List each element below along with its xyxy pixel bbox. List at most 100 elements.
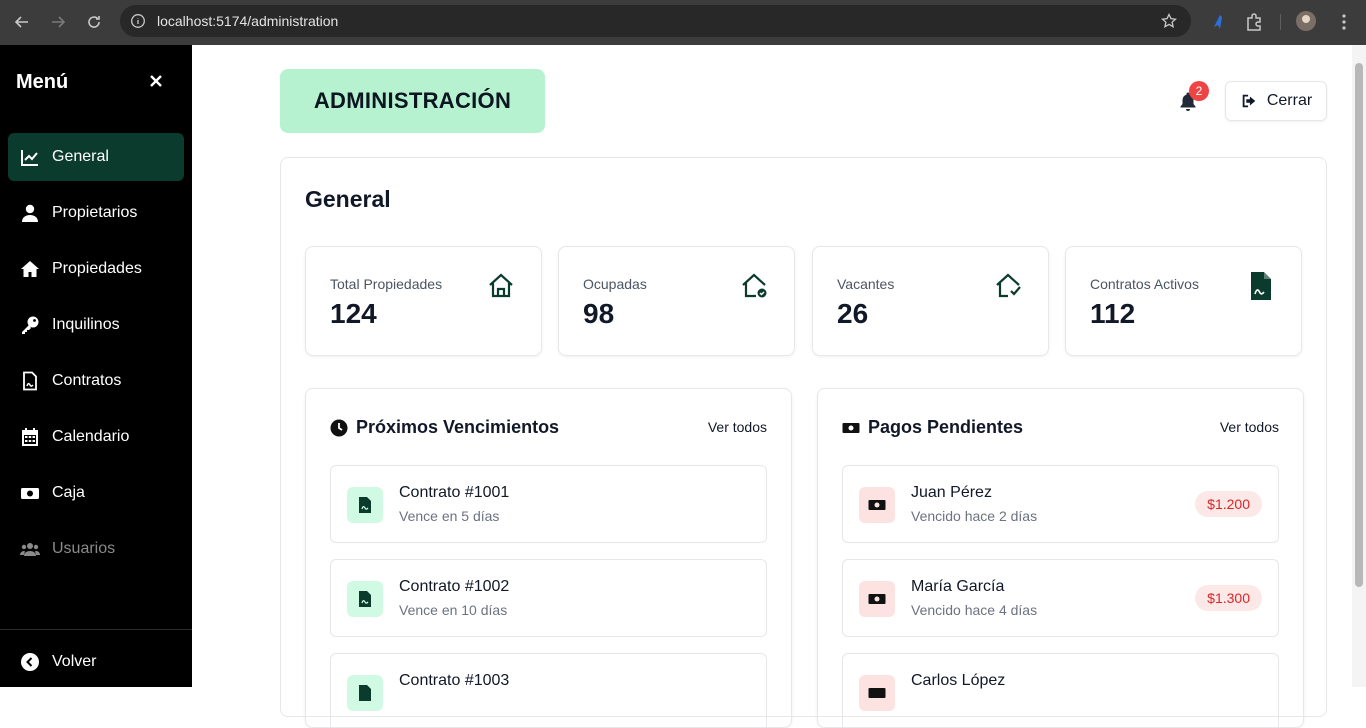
item-subtitle: Vence en 5 días: [399, 508, 500, 524]
clock-icon: [330, 419, 348, 436]
item-title: Carlos López: [911, 672, 1006, 689]
sidebar-item-label: Propiedades: [52, 260, 142, 277]
sidebar-item-usuarios[interactable]: Usuarios: [8, 525, 184, 573]
amount-badge: $1.300: [1195, 585, 1262, 611]
home-vacant-icon: [993, 271, 1023, 301]
money-bill-icon: [842, 422, 860, 433]
toolbar-separator: [1280, 14, 1281, 30]
sidebar-item-propietarios[interactable]: Propietarios: [8, 189, 184, 237]
stat-label: Total Propiedades: [330, 276, 443, 292]
sidebar-item-label: Contratos: [52, 372, 122, 389]
stat-card-total-propiedades: Total Propiedades 124: [305, 246, 542, 356]
page-scrollbar[interactable]: [1352, 45, 1366, 687]
upcoming-expirations-card: Próximos Vencimientos Ver todos Contrato…: [305, 388, 792, 728]
list-item[interactable]: Juan Pérez Vencido hace 2 días $1.200: [842, 465, 1279, 543]
stat-card-ocupadas: Ocupadas 98: [558, 246, 795, 356]
section-title: General: [305, 186, 391, 212]
back-label: Volver: [52, 653, 97, 670]
stat-label: Contratos Activos: [1090, 276, 1199, 292]
back-button[interactable]: Volver: [8, 638, 184, 686]
stat-label: Vacantes: [837, 276, 895, 292]
extension-icon[interactable]: [1208, 12, 1228, 32]
sidebar-divider: [0, 629, 192, 630]
item-title: Contrato #1002: [399, 578, 510, 595]
logout-label: Cerrar: [1266, 92, 1313, 109]
main-content: ADMINISTRACIÓN 2 Cerrar General Total Pr…: [192, 45, 1352, 728]
users-icon: [20, 539, 40, 559]
home-icon: [20, 259, 40, 279]
stat-card-contratos-activos: Contratos Activos 112: [1065, 246, 1302, 356]
scrollbar-thumb[interactable]: [1355, 63, 1363, 587]
back-arrow-icon[interactable]: [4, 4, 40, 40]
sidebar-item-label: Propietarios: [52, 204, 138, 221]
chart-line-icon: [20, 147, 40, 167]
money-bill-icon: [859, 487, 895, 523]
sidebar-item-general[interactable]: General: [8, 133, 184, 181]
sidebar-title: Menú: [16, 71, 69, 93]
home-icon: [486, 271, 516, 301]
browser-toolbar: localhost:5174/administration: [0, 0, 1366, 45]
chevron-left-circle-icon: [20, 652, 40, 672]
sidebar-item-contratos[interactable]: Contratos: [8, 357, 184, 405]
stat-value: 112: [1090, 298, 1136, 329]
sidebar-item-label: Usuarios: [52, 540, 116, 557]
money-bill-icon: [859, 581, 895, 617]
contract-file-icon: [347, 581, 383, 617]
sidebar-item-label: Caja: [52, 484, 85, 501]
item-title: Contrato #1001: [399, 484, 510, 501]
sidebar-item-propiedades[interactable]: Propiedades: [8, 245, 184, 293]
card-header: Próximos Vencimientos: [330, 417, 559, 438]
site-info-icon[interactable]: [130, 13, 146, 29]
logout-button[interactable]: Cerrar: [1225, 81, 1327, 121]
extensions-puzzle-icon[interactable]: [1244, 12, 1264, 32]
item-subtitle: Vencido hace 4 días: [911, 602, 1038, 618]
stat-value: 124: [330, 298, 377, 329]
url-text[interactable]: localhost:5174/administration: [157, 13, 338, 29]
item-title: Contrato #1003: [399, 672, 510, 689]
notification-count-badge: 2: [1189, 81, 1209, 101]
contract-file-icon: [1246, 271, 1276, 301]
stat-value: 26: [837, 298, 869, 329]
address-bar[interactable]: localhost:5174/administration: [120, 5, 1191, 37]
money-bill-icon: [859, 675, 895, 711]
logout-icon: [1242, 94, 1256, 108]
list-item[interactable]: Contrato #1003: [330, 653, 767, 727]
stat-card-vacantes: Vacantes 26: [812, 246, 1049, 356]
calendar-icon: [20, 427, 40, 447]
sidebar-item-inquilinos[interactable]: Inquilinos: [8, 301, 184, 349]
reload-icon[interactable]: [76, 4, 112, 40]
list-item[interactable]: María García Vencido hace 4 días $1.300: [842, 559, 1279, 637]
sidebar: Menú General Propietarios Propiedades In…: [0, 45, 192, 687]
pending-payments-card: Pagos Pendientes Ver todos Juan Pérez Ve…: [817, 388, 1304, 728]
sidebar-item-calendario[interactable]: Calendario: [8, 413, 184, 461]
close-icon[interactable]: [148, 73, 164, 89]
profile-avatar[interactable]: [1296, 11, 1316, 31]
list-item[interactable]: Contrato #1002 Vence en 10 días: [330, 559, 767, 637]
item-title: Juan Pérez: [911, 484, 992, 501]
item-subtitle: Vencido hace 2 días: [911, 508, 1038, 524]
sidebar-item-label: Inquilinos: [52, 316, 120, 333]
see-all-expirations-link[interactable]: Ver todos: [708, 419, 767, 435]
sidebar-item-caja[interactable]: Caja: [8, 469, 184, 517]
home-check-icon: [739, 271, 769, 301]
stat-value: 98: [583, 298, 615, 329]
key-icon: [20, 315, 40, 335]
card-title: Próximos Vencimientos: [356, 417, 560, 437]
card-title: Pagos Pendientes: [868, 417, 1024, 437]
amount-badge: $1.200: [1195, 491, 1262, 517]
user-icon: [20, 203, 40, 223]
forward-arrow-icon[interactable]: [40, 4, 76, 40]
money-bill-icon: [20, 483, 40, 503]
contract-file-icon: [20, 371, 40, 391]
contract-file-icon: [347, 487, 383, 523]
see-all-payments-link[interactable]: Ver todos: [1220, 419, 1279, 435]
bookmark-star-icon[interactable]: [1161, 13, 1177, 29]
sidebar-item-label: Calendario: [52, 428, 130, 445]
list-item[interactable]: Contrato #1001 Vence en 5 días: [330, 465, 767, 543]
kebab-menu-icon[interactable]: [1334, 12, 1354, 32]
page-title-badge: ADMINISTRACIÓN: [280, 69, 545, 133]
stat-label: Ocupadas: [583, 276, 647, 292]
card-header: Pagos Pendientes: [842, 417, 1023, 438]
list-item[interactable]: Carlos López: [842, 653, 1279, 727]
item-subtitle: Vence en 10 días: [399, 602, 508, 618]
